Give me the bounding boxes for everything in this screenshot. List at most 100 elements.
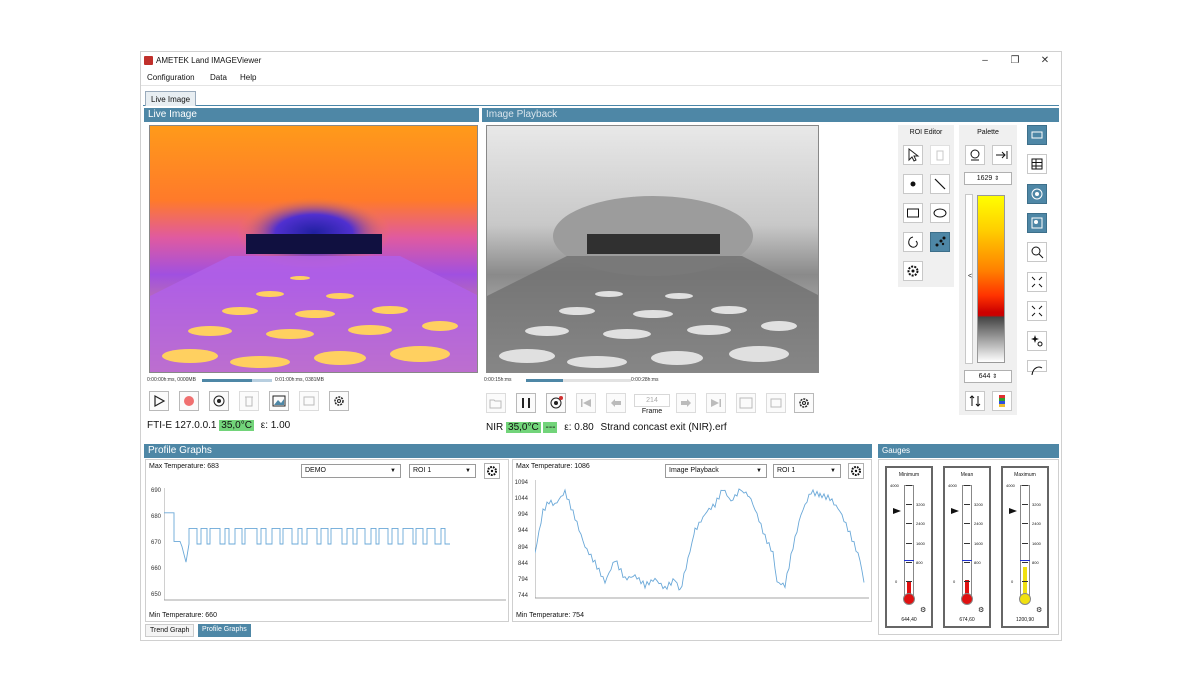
tab-profile-graphs[interactable]: Profile Graphs <box>198 624 251 637</box>
roi-settings-icon[interactable] <box>903 261 923 281</box>
rectangle-icon[interactable] <box>903 203 923 223</box>
gauge-settings-icon[interactable]: ⚙ <box>1036 606 1042 614</box>
right-max-label: Max Temperature: 1086 <box>516 463 590 470</box>
export-image-button[interactable] <box>269 391 289 411</box>
delete-button[interactable] <box>239 391 259 411</box>
live-thermal-image[interactable] <box>149 125 478 373</box>
minimize-button[interactable]: – <box>975 54 995 68</box>
restore-button[interactable]: ❐ <box>1005 54 1025 68</box>
left-graph-settings-icon[interactable] <box>484 463 500 479</box>
range-right-icon[interactable] <box>992 145 1012 165</box>
left-profile-plot[interactable] <box>164 488 506 606</box>
gauge-tick-label: 1600 <box>1032 540 1041 546</box>
expand-icon[interactable] <box>1027 301 1047 321</box>
export-sequence-button[interactable] <box>299 391 319 411</box>
gauge-settings-icon[interactable]: ⚙ <box>978 606 984 614</box>
palette-icon[interactable] <box>1027 184 1047 204</box>
live-settings-button[interactable] <box>329 391 349 411</box>
palette-min-field[interactable]: 644 ⇕ <box>964 370 1012 383</box>
gauge-tick-mark <box>964 485 970 486</box>
playback-settings-button[interactable] <box>794 393 814 413</box>
open-file-button[interactable] <box>486 393 506 413</box>
tab-live-image[interactable]: Live Image <box>145 91 197 106</box>
playback-export-image-button[interactable] <box>736 393 756 413</box>
auto-roi-icon[interactable] <box>930 232 950 252</box>
gauge-minimum: Minimum 4000 3200 2400 1600 800 0 ⚙ 644,40 <box>885 466 933 628</box>
line-icon[interactable] <box>930 174 950 194</box>
gauge-tick-mark <box>964 523 970 525</box>
polygon-icon[interactable] <box>903 232 923 252</box>
gauge-tick-label: 2400 <box>974 521 983 527</box>
window-icon[interactable] <box>1027 125 1047 145</box>
right-graph-settings-icon[interactable] <box>848 463 864 479</box>
live-progress-bar[interactable] <box>202 379 272 382</box>
zoom-region-icon[interactable] <box>1027 213 1047 233</box>
next-frame-button[interactable] <box>676 393 696 413</box>
gauge-mean: Mean 4000 3200 2400 1600 800 0 ⚙ 674,60 <box>943 466 991 628</box>
top-tabstrip: Live Image <box>143 90 1059 106</box>
right-roi-select[interactable]: ROI 1 ▼ <box>773 464 841 478</box>
title-bar: AMETEK Land IMAGEViewer – ❐ ✕ <box>141 52 1061 70</box>
left-source-select[interactable]: DEMO ▼ <box>301 464 401 478</box>
first-frame-button[interactable] <box>576 393 596 413</box>
curve-icon[interactable] <box>1027 360 1047 376</box>
table-icon[interactable] <box>1027 154 1047 174</box>
gauge-setpoint-icon[interactable] <box>893 508 901 514</box>
auto-range-icon[interactable] <box>965 145 985 165</box>
gauge-tick-mark <box>964 561 970 563</box>
gauge-setpoint-icon[interactable] <box>1009 508 1017 514</box>
gauge-alarm-low <box>962 559 972 561</box>
playback-emissivity: ε: 0.80 <box>564 422 594 433</box>
palette-collapse[interactable]: < <box>966 273 974 280</box>
menu-data[interactable]: Data <box>210 73 227 82</box>
pointer-icon[interactable] <box>903 145 923 165</box>
prev-frame-button[interactable] <box>606 393 626 413</box>
live-time-start: 0:00:00h:ms, 0000MB <box>147 377 196 383</box>
menu-configuration[interactable]: Configuration <box>147 73 195 82</box>
window-title: AMETEK Land IMAGEViewer <box>156 56 262 65</box>
close-button[interactable]: ✕ <box>1035 54 1055 68</box>
right-source-select[interactable]: Image Playback ▼ <box>665 464 767 478</box>
palette-max-field[interactable]: 1629 ⇕ <box>964 172 1012 185</box>
gauge-tick-mark <box>1022 523 1028 525</box>
gauge-tick-mark <box>1022 485 1028 486</box>
left-profile-line <box>164 512 450 563</box>
playback-image[interactable] <box>486 125 819 373</box>
pause-button[interactable] <box>516 393 536 413</box>
gauge-tick-label: 2400 <box>916 521 925 527</box>
app-logo-icon <box>144 56 153 65</box>
play-button[interactable] <box>149 391 169 411</box>
right-profile-plot[interactable] <box>535 480 869 602</box>
invert-palette-icon[interactable] <box>965 391 985 411</box>
gauge-value: 674,60 <box>959 617 975 623</box>
tab-trend-graph[interactable]: Trend Graph <box>145 624 195 637</box>
palette-panel: Palette 1629 ⇕ < 644 ⇕ <box>959 125 1017 415</box>
zoom-search-icon[interactable] <box>1027 242 1047 262</box>
playback-snapshot-button[interactable] <box>546 393 566 413</box>
trash-icon[interactable] <box>930 145 950 165</box>
left-roi-select[interactable]: ROI 1 ▼ <box>409 464 476 478</box>
record-button[interactable] <box>179 391 199 411</box>
playback-camera: NIR <box>486 422 504 433</box>
frame-number-field[interactable]: 214 <box>634 394 670 407</box>
y-tick-label: 680 <box>150 514 161 520</box>
sparkle-icon[interactable] <box>1027 331 1047 351</box>
menu-help[interactable]: Help <box>240 73 256 82</box>
gauge-tick-label: 800 <box>1032 559 1039 565</box>
playback-progress-bar[interactable] <box>526 379 631 382</box>
ellipse-icon[interactable] <box>930 203 950 223</box>
gauge-settings-icon[interactable]: ⚙ <box>920 606 926 614</box>
gauge-setpoint-icon[interactable] <box>951 508 959 514</box>
live-image-header: Live Image <box>144 108 479 122</box>
last-frame-button[interactable] <box>706 393 726 413</box>
playback-placeholder: --- <box>543 422 558 433</box>
gauge-tick-label: 0 <box>1011 579 1014 584</box>
snapshot-button[interactable] <box>209 391 229 411</box>
palette-select-icon[interactable] <box>992 391 1012 411</box>
point-icon[interactable] <box>903 174 923 194</box>
playback-export-sequence-button[interactable] <box>766 393 786 413</box>
shrink-icon[interactable] <box>1027 272 1047 292</box>
y-tick-label: 844 <box>517 560 528 567</box>
roi-editor-title: ROI Editor <box>909 129 943 136</box>
right-profile-graph: Max Temperature: 1086 Image Playback ▼ RO… <box>512 459 872 622</box>
